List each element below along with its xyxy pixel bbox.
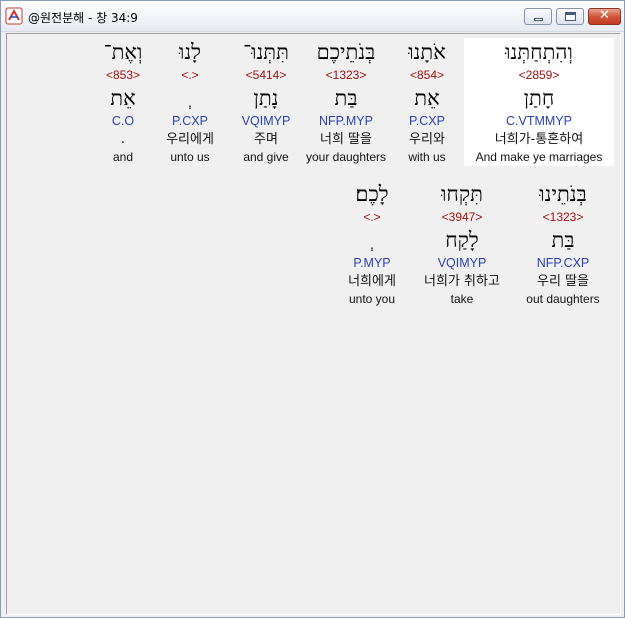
- hebrew-lemma: חָתַן: [523, 86, 555, 110]
- korean-gloss: 주며: [254, 132, 278, 147]
- parsing-code: VQIMYP: [241, 114, 291, 128]
- english-gloss: And make ye marriages: [475, 150, 603, 164]
- hebrew-word: בְּנֹתֵינוּ: [539, 182, 587, 206]
- strong-number: <.>: [181, 68, 199, 82]
- hebrew-lemma: נָתַן: [253, 86, 279, 110]
- hebrew-lemma: לָקַח: [445, 228, 479, 252]
- strong-number: <3947>: [441, 210, 483, 224]
- hebrew-word: תִּתְּנוּ־: [243, 40, 289, 64]
- strong-number: <854>: [409, 68, 445, 82]
- english-gloss: unto us: [170, 150, 210, 164]
- parsing-code: C.O: [111, 114, 135, 128]
- hebrew-word: לָנוּ: [178, 40, 202, 64]
- parsing-code: C.VTMMYP: [506, 114, 572, 128]
- korean-gloss: 우리 딸을: [537, 274, 589, 289]
- window-title: @원전분해 - 창 34:9: [28, 11, 138, 25]
- parsing-code: P.CXP: [172, 114, 208, 128]
- hebrew-word: אֹתָנוּ: [408, 40, 446, 64]
- hebrew-word: לָכֶם׃: [355, 182, 389, 206]
- korean-gloss: .: [120, 132, 126, 147]
- parsing-code: VQIMYP: [437, 256, 487, 270]
- word-cell[interactable]: בְּנֹתֵיכֶם <1323> בַּת NFP.MYP 너희 딸을 yo…: [300, 38, 392, 166]
- word-cell[interactable]: תִּקְחוּ <3947> לָקַח VQIMYP 너희가 취하고 tak…: [412, 180, 512, 308]
- strong-number: <1323>: [325, 68, 367, 82]
- word-cell[interactable]: לָנוּ <.> ְ P.CXP 우리에게 unto us: [157, 38, 223, 166]
- app-window: @원전분해 - 창 34:9 ✕ וְהִתְחַתְּנוּ <2859> ח…: [0, 0, 625, 618]
- minimize-button[interactable]: [524, 8, 552, 25]
- word-cell[interactable]: תִּתְּנוּ־ <5414> נָתַן VQIMYP 주며 and gi…: [232, 38, 300, 166]
- strong-number: <.>: [363, 210, 381, 224]
- word-cell[interactable]: אֹתָנוּ <854> אֵת P.CXP 우리와 with us: [392, 38, 462, 166]
- hebrew-lemma: ְ: [337, 226, 407, 254]
- word-analysis-panel[interactable]: וְהִתְחַתְּנוּ <2859> חָתַן C.VTMMYP 너희가…: [6, 33, 621, 615]
- english-gloss: with us: [408, 150, 446, 164]
- english-gloss: and give: [243, 150, 289, 164]
- word-cell[interactable]: בְּנֹתֵינוּ <1323> בַּת NFP.CXP 우리 딸을 ou…: [517, 180, 609, 308]
- korean-gloss: 우리에게: [166, 132, 214, 147]
- close-icon: ✕: [599, 8, 610, 23]
- hebrew-word: בְּנֹתֵיכֶם: [316, 40, 376, 64]
- hebrew-word: תִּקְחוּ: [441, 182, 483, 206]
- maximize-button[interactable]: [556, 8, 584, 25]
- hebrew-lemma: אֵת: [414, 86, 440, 110]
- minimize-icon: [534, 18, 543, 21]
- title-bar[interactable]: @원전분해 - 창 34:9 ✕: [1, 1, 624, 32]
- word-cell[interactable]: וְאֶת־ <853> אֵת C.O . and: [93, 38, 153, 166]
- app-logo-icon: [5, 7, 23, 25]
- word-cell[interactable]: לָכֶם׃ <.> ְ P.MYP 너희에게 unto you: [337, 180, 407, 308]
- parsing-code: P.CXP: [409, 114, 445, 128]
- hebrew-word: וְהִתְחַתְּנוּ: [505, 40, 573, 64]
- strong-number: <1323>: [542, 210, 584, 224]
- hebrew-lemma: בַּת: [551, 228, 575, 252]
- english-gloss: unto you: [348, 292, 396, 306]
- korean-gloss: 너희가 취하고: [424, 274, 500, 289]
- hebrew-word: וְאֶת־: [103, 40, 143, 64]
- parsing-code: NFP.CXP: [536, 256, 590, 270]
- english-gloss: out daughters: [526, 292, 600, 306]
- hebrew-lemma: בַּת: [334, 86, 358, 110]
- strong-number: <853>: [105, 68, 141, 82]
- korean-gloss: 너희 딸을: [320, 132, 372, 147]
- korean-gloss: 너희가-통혼하여: [494, 132, 584, 147]
- strong-number: <5414>: [245, 68, 287, 82]
- korean-gloss: 우리와: [409, 132, 445, 147]
- maximize-icon: [565, 12, 576, 21]
- word-cell[interactable]: וְהִתְחַתְּנוּ <2859> חָתַן C.VTMMYP 너희가…: [464, 38, 614, 166]
- parsing-code: NFP.MYP: [319, 114, 373, 128]
- korean-gloss: 너희에게: [348, 274, 396, 289]
- close-button[interactable]: ✕: [588, 8, 621, 25]
- hebrew-lemma: ְ: [157, 84, 223, 112]
- hebrew-lemma: אֵת: [110, 86, 136, 110]
- english-gloss: your daughters: [305, 150, 387, 164]
- strong-number: <2859>: [518, 68, 560, 82]
- english-gloss: take: [450, 292, 474, 306]
- english-gloss: and: [112, 150, 134, 164]
- parsing-code: P.MYP: [353, 256, 391, 270]
